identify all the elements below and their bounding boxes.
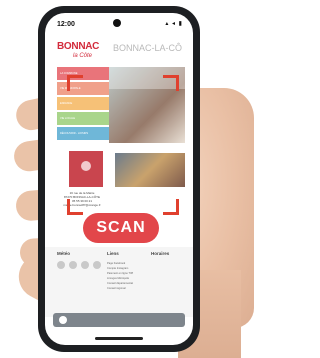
weather-icon — [93, 261, 101, 269]
scan-button[interactable]: SCAN — [83, 213, 159, 243]
footer: Météo Liens Horaires Page Facebook Compt… — [45, 247, 193, 317]
mairie-tile[interactable] — [69, 151, 103, 187]
scan-frame-corner — [163, 199, 179, 215]
facebook-icon[interactable] — [59, 316, 67, 324]
logo-subtitle: la Côte — [73, 53, 93, 59]
scan-frame-corner — [163, 75, 179, 91]
scan-frame-corner — [67, 75, 83, 91]
weather-icon — [57, 261, 65, 269]
menu-item[interactable]: enfance — [57, 97, 109, 110]
links-list: Page Facebook Compte Instagram Paiement … — [107, 261, 147, 291]
status-icons: ▴ ◂ ▮ — [165, 21, 183, 27]
content-section: 16 rue de la Mairie 87270 BONNAC-LA-CÔTE… — [45, 149, 193, 207]
menu-item[interactable]: la commune — [57, 67, 109, 80]
smartphone: 12:00 ▴ ◂ ▮ BONNAC la Côte BONNAC-LA-CÔ … — [38, 6, 200, 352]
hours-title: Horaires — [151, 251, 170, 256]
site-title: BONNAC-LA-CÔ — [113, 43, 183, 53]
scan-frame-corner — [67, 199, 83, 215]
links-title: Liens — [107, 251, 119, 256]
weather-forecast — [57, 261, 103, 281]
status-bar: 12:00 ▴ ◂ ▮ — [45, 13, 193, 31]
news-photo[interactable] — [115, 153, 185, 187]
menu-item[interactable]: découvrir - loisirs — [57, 127, 109, 140]
weather-title: Météo — [57, 251, 71, 256]
footer-bar — [53, 313, 185, 327]
menu-item[interactable]: vie municipale — [57, 82, 109, 95]
home-indicator[interactable] — [95, 337, 143, 340]
camera-notch-icon — [113, 19, 121, 27]
phone-screen: 12:00 ▴ ◂ ▮ BONNAC la Côte BONNAC-LA-CÔ … — [45, 13, 193, 345]
footer-link[interactable]: Conseil régional — [107, 286, 147, 291]
logo-wordmark: BONNAC — [57, 41, 100, 52]
mairie-icon — [81, 161, 91, 171]
weather-icon — [69, 261, 77, 269]
weather-icon — [81, 261, 89, 269]
site-logo[interactable]: BONNAC la Côte — [57, 39, 103, 61]
site-menu: la commune vie municipale enfance vie lo… — [57, 67, 109, 143]
status-time: 12:00 — [57, 21, 75, 28]
menu-item[interactable]: vie locale — [57, 112, 109, 125]
